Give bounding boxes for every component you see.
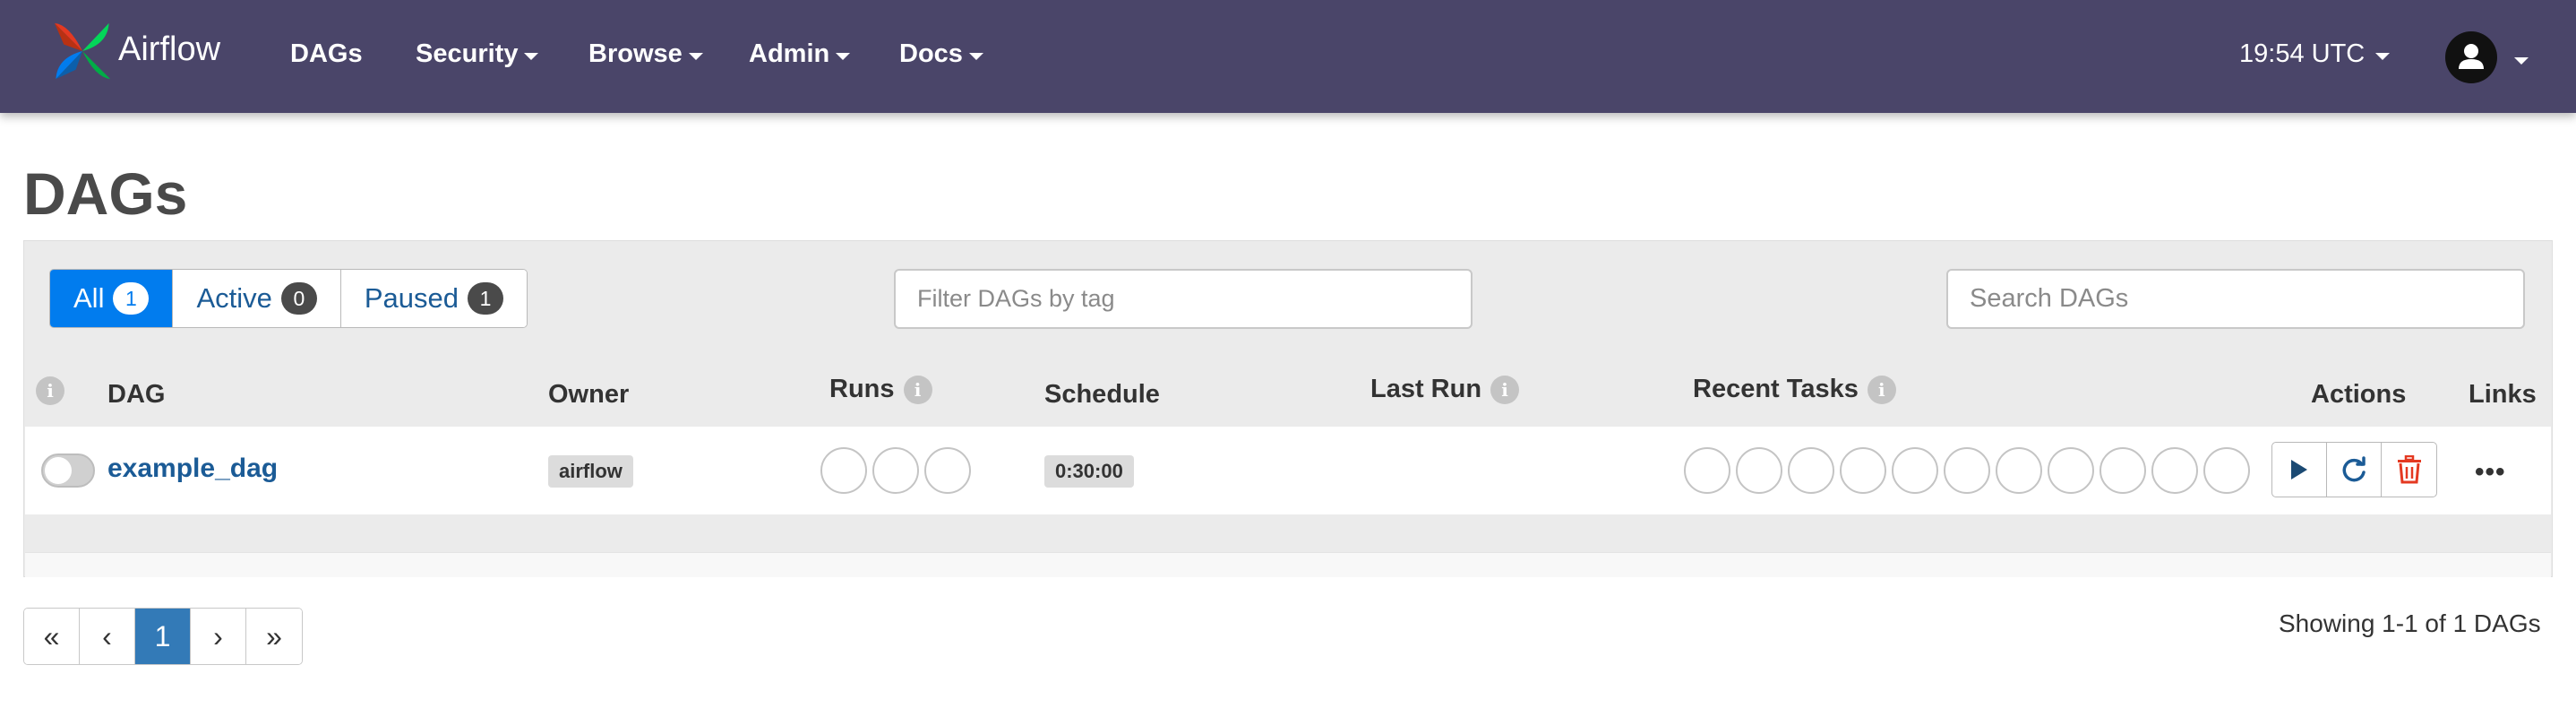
refresh-icon — [2342, 456, 2366, 482]
task-state-circle[interactable] — [2099, 447, 2146, 494]
next-page-button[interactable]: › — [191, 609, 246, 664]
filter-paused-button[interactable]: Paused 1 — [340, 270, 528, 327]
task-state-circle[interactable] — [1788, 447, 1834, 494]
trigger-dag-button[interactable] — [2272, 443, 2327, 497]
page-1-button[interactable]: 1 — [135, 609, 191, 664]
user-icon — [2459, 44, 2484, 69]
column-runs-label: Runs — [829, 375, 895, 403]
first-page-button[interactable]: « — [24, 609, 80, 664]
count-badge: 1 — [468, 282, 504, 315]
clock-dropdown[interactable]: 19:54 UTC — [2239, 39, 2391, 69]
airflow-logo-icon[interactable] — [48, 18, 116, 84]
nav-docs[interactable]: Docs — [899, 39, 983, 69]
task-state-circle[interactable] — [1684, 447, 1730, 494]
nav-browse-label: Browse — [588, 39, 683, 68]
column-recent-tasks: Recent Tasks i — [1693, 375, 1896, 404]
column-owner-label: Owner — [548, 380, 630, 409]
chevron-down-icon — [524, 52, 539, 60]
pagination: « ‹ 1 › » — [23, 608, 303, 665]
run-state-circle[interactable] — [872, 447, 919, 494]
column-schedule[interactable]: Schedule — [1044, 380, 1160, 410]
pagination-summary: Showing 1-1 of 1 DAGs — [2279, 609, 2541, 637]
table-footer-stripe — [25, 552, 2551, 577]
filter-active-button[interactable]: Active 0 — [173, 270, 341, 327]
task-state-circle[interactable] — [1736, 447, 1782, 494]
user-avatar[interactable] — [2445, 31, 2497, 83]
column-dag-label: DAG — [107, 380, 166, 409]
task-state-circle[interactable] — [1892, 447, 1938, 494]
chevron-down-icon — [836, 52, 851, 60]
run-state-circle[interactable] — [820, 447, 867, 494]
task-state-circle[interactable] — [1944, 447, 1990, 494]
task-state-circle[interactable] — [2048, 447, 2094, 494]
status-filter-group: All 1 Active 0 Paused 1 — [49, 269, 528, 328]
toggle-knob — [45, 457, 72, 484]
chevron-down-icon — [2375, 52, 2391, 60]
top-navbar: Airflow DAGs Security Browse Admin Docs … — [0, 0, 2576, 113]
chevron-down-icon — [968, 52, 983, 60]
last-page-button[interactable]: » — [246, 609, 302, 664]
tag-filter-input[interactable] — [894, 269, 1473, 329]
count-badge: 0 — [280, 282, 317, 315]
pause-toggle[interactable] — [41, 454, 95, 488]
nav-browse[interactable]: Browse — [588, 39, 703, 69]
page-title: DAGs — [23, 160, 188, 227]
refresh-dag-button[interactable] — [2327, 443, 2382, 497]
column-last-run-label: Last Run — [1370, 375, 1482, 403]
dag-actions-group — [2271, 442, 2437, 497]
schedule-badge[interactable]: 0:30:00 — [1044, 455, 1134, 488]
count-badge: 1 — [113, 282, 150, 315]
task-state-circle[interactable] — [2203, 447, 2250, 494]
column-owner[interactable]: Owner — [548, 380, 629, 410]
nav-admin-label: Admin — [749, 39, 830, 68]
info-icon[interactable]: i — [903, 375, 932, 404]
brand-name[interactable]: Airflow — [118, 30, 220, 69]
nav-dags-label: DAGs — [290, 39, 363, 68]
delete-dag-button[interactable] — [2382, 443, 2436, 497]
column-runs: Runs i — [829, 375, 932, 404]
info-icon[interactable]: i — [36, 376, 64, 405]
clock-label: 19:54 UTC — [2239, 39, 2366, 68]
more-links-icon[interactable]: ••• — [2475, 457, 2506, 488]
task-state-circle[interactable] — [1840, 447, 1886, 494]
task-state-circle[interactable] — [2151, 447, 2198, 494]
owner-badge[interactable]: airflow — [548, 455, 633, 488]
column-dag[interactable]: DAG — [107, 380, 165, 410]
search-dags-input[interactable] — [1946, 269, 2525, 329]
dag-id-link[interactable]: example_dag — [107, 454, 278, 484]
column-actions: Actions — [2311, 380, 2406, 410]
column-links-label: Links — [2469, 380, 2537, 409]
nav-dags[interactable]: DAGs — [290, 39, 363, 69]
column-actions-label: Actions — [2311, 380, 2407, 409]
column-recent-tasks-label: Recent Tasks — [1693, 375, 1859, 403]
task-state-circle[interactable] — [1996, 447, 2042, 494]
column-schedule-label: Schedule — [1044, 380, 1160, 409]
column-info[interactable]: i — [36, 376, 64, 405]
column-last-run: Last Run i — [1370, 375, 1520, 404]
filter-active-label: Active — [196, 282, 272, 314]
play-icon — [2291, 460, 2307, 479]
nav-security[interactable]: Security — [416, 39, 539, 69]
filter-paused-label: Paused — [364, 282, 459, 314]
filter-all-button[interactable]: All 1 — [50, 270, 174, 327]
nav-security-label: Security — [416, 39, 519, 68]
nav-docs-label: Docs — [899, 39, 963, 68]
prev-page-button[interactable]: ‹ — [80, 609, 135, 664]
column-links: Links — [2469, 380, 2537, 410]
run-state-circle[interactable] — [924, 447, 971, 494]
info-icon[interactable]: i — [1867, 375, 1896, 404]
chevron-down-icon[interactable] — [2514, 57, 2529, 65]
info-icon[interactable]: i — [1490, 375, 1520, 404]
nav-admin[interactable]: Admin — [749, 39, 851, 69]
filter-all-label: All — [73, 282, 105, 314]
trash-icon — [2397, 455, 2421, 484]
chevron-down-icon — [688, 52, 703, 60]
